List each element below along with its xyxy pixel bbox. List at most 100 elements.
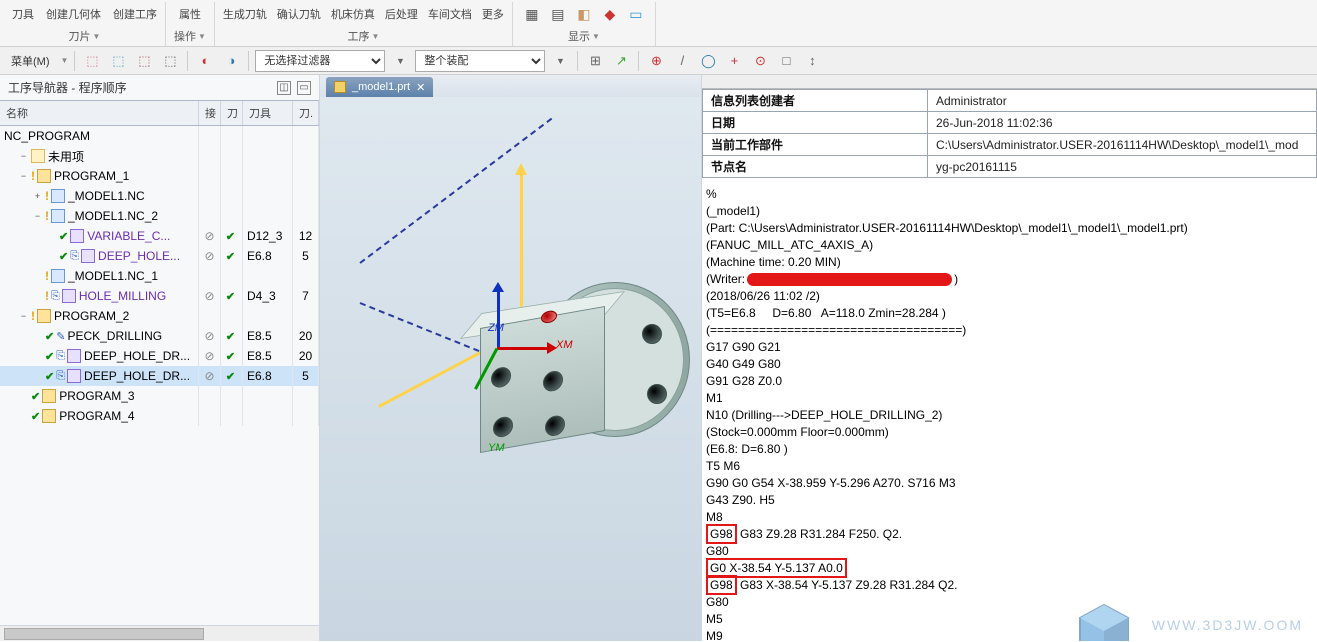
tree-row[interactable]: ✔⎘DEEP_HOLE...⊘✔E6.85 [0,246,319,266]
check-icon: ✔ [59,230,68,243]
status-icon: ⊘ [204,289,214,303]
check-icon: ✔ [226,250,235,263]
tree-row[interactable]: ✔PROGRAM_3 [0,386,319,406]
tool-cell: D4_3 [243,286,293,306]
close-icon[interactable]: ✕ [416,81,425,94]
close-icon[interactable]: ▭ [297,81,311,95]
expand-icon[interactable]: − [18,311,29,322]
chevron-down-icon[interactable]: ▼ [549,50,571,72]
rib-item[interactable]: 更多 [482,6,504,22]
rib-group-label: 工序 [347,28,369,44]
col-b[interactable]: 刀 [221,101,243,125]
file-tab[interactable]: _model1.prt ✕ [326,77,433,97]
tree-row[interactable]: !⎘HOLE_MILLING⊘✔D4_37 [0,286,319,306]
3d-canvas[interactable]: XM ZM YM [320,97,701,641]
tree[interactable]: NC_PROGRAM −未用项 −!PROGRAM_1+!_MODEL1.NC−… [0,126,319,625]
rib-item[interactable]: 创建工序 [113,6,157,22]
chevron-down-icon[interactable]: ▼ [93,32,101,41]
info-table: 信息列表创建者Administrator 日期26-Jun-2018 11:02… [702,89,1317,178]
drill-icon: ⎘ [70,250,79,263]
menu-button[interactable]: 菜单(M) [4,50,57,72]
display-icon[interactable]: ◧ [573,3,595,25]
chevron-down-icon[interactable]: ▼ [198,32,206,41]
tool-icon[interactable]: ⊙ [749,50,771,72]
tree-row[interactable]: ✔VARIABLE_C...⊘✔D12_312 [0,226,319,246]
diam-cell [293,266,319,286]
drill-icon: ⎘ [51,290,60,303]
tool-icon[interactable]: ⬚ [159,50,181,72]
info-scrollstrip[interactable] [702,75,1317,89]
filter-select[interactable]: 无选择过滤器 [255,50,385,72]
check-icon: ✔ [59,250,68,263]
prog-icon [37,169,51,183]
tree-row[interactable]: !_MODEL1.NC_1 [0,266,319,286]
tool-icon[interactable]: ↕ [801,50,823,72]
csys-triad [497,327,557,387]
display-icon[interactable]: ◆ [599,3,621,25]
tool-cell [243,186,293,206]
col-d[interactable]: 刀. [293,101,319,125]
tool-cell [243,386,293,406]
tool-icon[interactable]: ⊕ [645,50,667,72]
rib-item[interactable]: 刀具 [12,6,34,22]
rib-item[interactable]: 确认刀轨 [277,6,321,22]
tool-cell [243,206,293,226]
info-row: 日期26-Jun-2018 11:02:36 [703,112,1317,134]
file-icon [334,81,346,93]
tree-row[interactable]: −!PROGRAM_2 [0,306,319,326]
expand-icon[interactable]: − [32,211,43,222]
tool-icon[interactable]: / [671,50,693,72]
tree-root[interactable]: NC_PROGRAM [0,126,319,146]
hscrollbar[interactable] [0,625,319,641]
chevron-down-icon[interactable]: ▼ [371,32,379,41]
tool-icon[interactable]: ◐ [194,50,216,72]
pin-icon[interactable]: ◫ [277,81,291,95]
diam-cell [293,186,319,206]
nc-code[interactable]: % (_model1) (Part: C:\Users\Administrato… [702,178,1317,641]
display-icon[interactable]: ▤ [547,3,569,25]
tree-row[interactable]: +!_MODEL1.NC [0,186,319,206]
tool-icon[interactable]: ◯ [697,50,719,72]
col-a[interactable]: 接 [199,101,221,125]
col-name[interactable]: 名称 [0,101,199,125]
display-icon[interactable]: ▭ [625,3,647,25]
axis-label-xm: XM [556,339,573,351]
tree-row[interactable]: ✔✎PECK_DRILLING⊘✔E8.520 [0,326,319,346]
assembly-select[interactable]: 整个装配 [415,50,545,72]
tree-row[interactable]: ✔⎘DEEP_HOLE_DR...⊘✔E6.85 [0,366,319,386]
tool-cell: E8.5 [243,346,293,366]
col-tool[interactable]: 刀具 [243,101,293,125]
tool-icon[interactable]: ↗ [610,50,632,72]
tree-row[interactable]: ✔⎘DEEP_HOLE_DR...⊘✔E8.520 [0,346,319,366]
tool-icon[interactable]: + [723,50,745,72]
rib-item[interactable]: 生成刀轨 [223,6,267,22]
rib-group-label: 操作 [174,28,196,44]
tool-cell: E6.8 [243,246,293,266]
guide-line [359,118,552,264]
rib-item[interactable]: 创建几何体 [46,6,101,22]
tool-icon[interactable]: ⬚ [133,50,155,72]
rib-item[interactable]: 属性 [179,6,201,22]
rib-item[interactable]: 后处理 [385,6,418,22]
rib-item[interactable]: 车间文档 [428,6,472,22]
tool-icon[interactable]: □ [775,50,797,72]
tool-icon[interactable]: ◑ [220,50,242,72]
expand-icon[interactable]: + [32,191,43,202]
tool-icon[interactable]: ⬚ [81,50,103,72]
display-icon[interactable]: ▦ [521,3,543,25]
tree-row[interactable]: −!PROGRAM_1 [0,166,319,186]
chevron-down-icon[interactable]: ▼ [592,32,600,41]
tool-icon[interactable]: ⬚ [107,50,129,72]
tree-label: DEEP_HOLE_DR... [84,369,190,383]
scrollbar-thumb[interactable] [4,628,204,640]
tool-icon[interactable]: ⊞ [584,50,606,72]
check-icon: ✔ [226,370,235,383]
tree-row[interactable]: −!_MODEL1.NC_2 [0,206,319,226]
tree-row[interactable]: ✔PROGRAM_4 [0,406,319,426]
tool-cell: E8.5 [243,326,293,346]
tree-unused[interactable]: −未用项 [0,146,319,166]
expand-icon[interactable]: − [18,171,29,182]
rib-item[interactable]: 机床仿真 [331,6,375,22]
info-panel: 信息列表创建者Administrator 日期26-Jun-2018 11:02… [702,75,1317,641]
chevron-down-icon[interactable]: ▼ [389,50,411,72]
